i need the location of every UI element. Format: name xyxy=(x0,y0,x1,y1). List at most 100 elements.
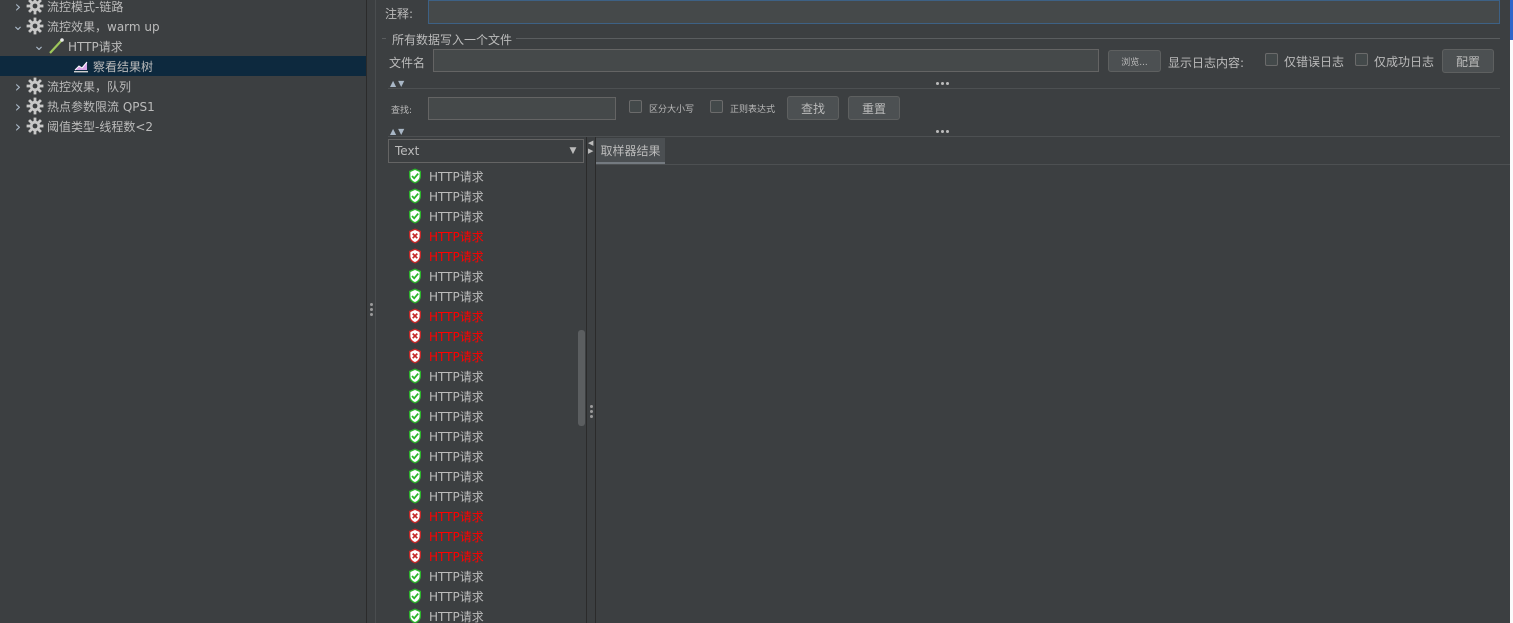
regex-label: 正则表达式 xyxy=(730,105,776,115)
result-row[interactable]: HTTP请求 xyxy=(388,586,588,606)
result-row[interactable]: HTTP请求 xyxy=(388,266,588,286)
errors-only-checkbox[interactable] xyxy=(1265,53,1278,66)
result-row[interactable]: HTTP请求 xyxy=(388,186,588,206)
splitter-grip-icon xyxy=(590,405,593,418)
chevron-down-icon: ▼ xyxy=(569,146,577,156)
result-row[interactable]: HTTP请求 xyxy=(388,366,588,386)
gear-icon xyxy=(26,0,44,15)
tree-node-label: 流控效果，warm up xyxy=(47,19,160,34)
chevron-right-icon[interactable]: › xyxy=(12,116,24,136)
result-label: HTTP请求 xyxy=(429,289,484,304)
result-row[interactable]: HTTP请求 xyxy=(388,546,588,566)
chevron-right-icon[interactable]: › xyxy=(12,0,24,16)
browse-button[interactable]: 浏览... xyxy=(1108,50,1161,72)
success-only-checkbox[interactable] xyxy=(1355,53,1368,66)
result-row[interactable]: HTTP请求 xyxy=(388,606,588,623)
tree-node[interactable]: ⌄ 流控效果，warm up xyxy=(0,16,366,36)
result-label: HTTP请求 xyxy=(429,609,484,623)
chevron-down-icon[interactable]: ⌄ xyxy=(12,16,24,36)
renderer-select[interactable]: Text ▼ xyxy=(388,139,584,163)
find-button[interactable]: 查找 xyxy=(787,96,839,120)
result-row[interactable]: HTTP请求 xyxy=(388,426,588,446)
chevron-down-icon[interactable]: ⌄ xyxy=(33,36,45,56)
result-label: HTTP请求 xyxy=(429,549,484,564)
tree-node[interactable]: › 热点参数限流 QPS1 xyxy=(0,96,366,116)
tree-node[interactable]: 察看结果树 xyxy=(0,56,366,76)
divider xyxy=(388,136,1500,137)
result-row[interactable]: HTTP请求 xyxy=(388,326,588,346)
result-row[interactable]: HTTP请求 xyxy=(388,466,588,486)
result-row[interactable]: HTTP请求 xyxy=(388,566,588,586)
success-shield-icon xyxy=(408,408,422,424)
case-sensitive-checkbox[interactable] xyxy=(629,100,642,113)
reset-button[interactable]: 重置 xyxy=(848,96,900,120)
result-label: HTTP请求 xyxy=(429,569,484,584)
result-row[interactable]: HTTP请求 xyxy=(388,206,588,226)
splitter-grip-icon[interactable] xyxy=(936,82,949,85)
result-row[interactable]: HTTP请求 xyxy=(388,346,588,366)
tree-node[interactable]: › 流控模式-链路 xyxy=(0,0,366,16)
tab-sampler-result[interactable]: 取样器结果 xyxy=(596,138,665,164)
search-label: 查找: xyxy=(391,106,413,116)
chevron-right-icon[interactable]: › xyxy=(12,76,24,96)
error-shield-icon xyxy=(408,348,422,364)
result-row[interactable]: HTTP请求 xyxy=(388,286,588,306)
result-label: HTTP请求 xyxy=(429,209,484,224)
errors-only-label: 仅错误日志 xyxy=(1284,55,1345,69)
result-label: HTTP请求 xyxy=(429,489,484,504)
results-splitter[interactable]: ◀ ▶ xyxy=(586,137,596,623)
regex-checkbox[interactable] xyxy=(710,100,723,113)
result-label: HTTP请求 xyxy=(429,429,484,444)
success-shield-icon xyxy=(408,268,422,284)
error-shield-icon xyxy=(408,308,422,324)
tree-node[interactable]: ⌄ HTTP请求 xyxy=(0,36,366,56)
result-row[interactable]: HTTP请求 xyxy=(388,486,588,506)
result-label: HTTP请求 xyxy=(429,329,484,344)
result-row[interactable]: HTTP请求 xyxy=(388,446,588,466)
result-label: HTTP请求 xyxy=(429,449,484,464)
sampler-result-area xyxy=(596,164,1513,623)
success-shield-icon xyxy=(408,588,422,604)
search-input[interactable] xyxy=(428,97,616,120)
result-row[interactable]: HTTP请求 xyxy=(388,306,588,326)
splitter-arrows-icon[interactable]: ◀ ▶ xyxy=(588,139,593,155)
tree-node[interactable]: › 阈值类型-线程数<2 xyxy=(0,116,366,136)
gear-icon xyxy=(26,97,44,115)
result-row[interactable]: HTTP请求 xyxy=(388,386,588,406)
result-row[interactable]: HTTP请求 xyxy=(388,226,588,246)
success-shield-icon xyxy=(408,608,422,623)
result-row[interactable]: HTTP请求 xyxy=(388,506,588,526)
view-results-tree-panel: 注释: 所有数据写入一个文件 文件名 浏览... 显示日志内容: 仅错误日志 仅… xyxy=(376,0,1513,623)
collapse-arrows-icon[interactable]: ▲▼ xyxy=(390,79,406,88)
tree-node[interactable]: › 流控效果，队列 xyxy=(0,76,366,96)
results-list[interactable]: HTTP请求 HTTP请求 HTTP请求 HTTP请求 HTTP请求 HTTP请求 HTTP… xyxy=(388,166,588,623)
success-shield-icon xyxy=(408,168,422,184)
error-shield-icon xyxy=(408,228,422,244)
success-only-label: 仅成功日志 xyxy=(1374,55,1435,69)
error-shield-icon xyxy=(408,248,422,264)
result-row[interactable]: HTTP请求 xyxy=(388,526,588,546)
collapse-arrows-icon[interactable]: ▲▼ xyxy=(390,127,406,136)
result-row[interactable]: HTTP请求 xyxy=(388,246,588,266)
tree-node-label: 热点参数限流 QPS1 xyxy=(47,99,155,114)
tree-node-label: HTTP请求 xyxy=(68,39,123,54)
comment-input[interactable] xyxy=(428,0,1500,24)
tree-node-label: 流控效果，队列 xyxy=(47,79,132,94)
configure-button[interactable]: 配置 xyxy=(1442,49,1494,73)
result-label: HTTP请求 xyxy=(429,409,484,424)
gear-icon xyxy=(26,77,44,95)
case-sensitive-label: 区分大小写 xyxy=(649,105,695,115)
result-row[interactable]: HTTP请求 xyxy=(388,166,588,186)
result-label: HTTP请求 xyxy=(429,269,484,284)
test-plan-tree[interactable]: › 流控模式-链路 ⌄ 流控效果，warm up ⌄ HTTP请求 察看结果树 › 流控效果，队… xyxy=(0,0,366,623)
main-splitter[interactable] xyxy=(366,0,376,623)
splitter-grip-icon[interactable] xyxy=(936,130,949,133)
results-tree-icon xyxy=(72,57,90,75)
filename-input[interactable] xyxy=(433,49,1099,72)
results-scrollbar-thumb[interactable] xyxy=(578,330,585,426)
chevron-right-icon[interactable]: › xyxy=(12,96,24,116)
result-label: HTTP请求 xyxy=(429,349,484,364)
result-label: HTTP请求 xyxy=(429,509,484,524)
result-row[interactable]: HTTP请求 xyxy=(388,406,588,426)
result-label: HTTP请求 xyxy=(429,169,484,184)
